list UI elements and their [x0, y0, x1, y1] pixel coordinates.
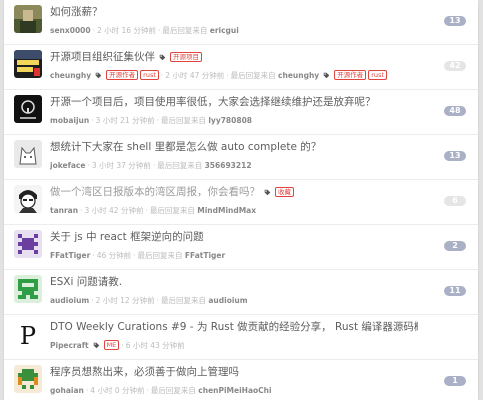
- last-reply-user[interactable]: ericgui: [210, 26, 239, 35]
- author-name[interactable]: jokeface: [50, 161, 85, 170]
- author-tag[interactable]: rust: [140, 70, 159, 80]
- tag-icon: [159, 54, 166, 61]
- topic-meta: mobaijun · 3 小时 21 分钟前 · 最后回复来自 lyy780808: [50, 116, 253, 125]
- topic-time: 3 小时 42 分钟前: [84, 206, 144, 215]
- reply-count-badge[interactable]: 2: [444, 241, 466, 251]
- author-name[interactable]: Pipecraft: [50, 341, 89, 350]
- last-reply-user[interactable]: cheunghy: [278, 71, 319, 80]
- reply-count-badge[interactable]: 6: [444, 196, 466, 206]
- topic-title[interactable]: 如何涨薪？: [50, 5, 418, 19]
- svg-text:P: P: [20, 322, 36, 348]
- topic-time: 6 小时 43 分钟前: [125, 341, 185, 350]
- last-user-tag[interactable]: rust: [368, 70, 387, 80]
- topic-meta: FFatTiger · 46 分钟前 · 最后回复来自 FFatTiger: [50, 251, 226, 260]
- topic-time: 2 小时 12 分钟前: [95, 296, 155, 305]
- topic-title[interactable]: 程序员想熬出来，必须善于做向上管理吗: [50, 365, 418, 379]
- topic-row[interactable]: 程序员想熬出来，必须善于做向上管理吗 gohaian · 4 小时 0 分钟前 · 最后…: [4, 360, 478, 400]
- last-reply-user[interactable]: chenPiMeiHaoChi: [198, 386, 271, 395]
- topic-meta: gohaian · 4 小时 0 分钟前 · 最后回复来自 chenPiMeiHaoCh…: [50, 386, 272, 395]
- topic-tag[interactable]: 开源项目: [170, 52, 202, 62]
- topic-title[interactable]: DTO Weekly Curations #9 - 为 Rust 做贡献的经验分…: [50, 320, 418, 334]
- topic-row[interactable]: 如何涨薪？ senx0000 · 2 小时 16 分钟前 · 最后回复来自 ericgu…: [4, 0, 478, 45]
- topic-time: 4 小时 0 分钟前: [90, 386, 145, 395]
- topic-meta: tanran · 3 小时 42 分钟前 · 最后回复来自 MindMindMax: [50, 206, 257, 215]
- last-reply-label: 最后回复来自: [149, 206, 195, 215]
- avatar[interactable]: [14, 95, 42, 123]
- topic-meta: senx0000 · 2 小时 16 分钟前 · 最后回复来自 ericgui: [50, 26, 239, 35]
- last-reply-label: 最后回复来自: [230, 71, 276, 80]
- reply-count-badge[interactable]: 1: [444, 376, 466, 386]
- reply-count-badge[interactable]: 13: [444, 151, 466, 161]
- topic-meta: jokeface · 3 小时 37 分钟前 · 最后回复来自 356693212: [50, 161, 252, 170]
- author-name[interactable]: tanran: [50, 206, 78, 215]
- topic-row[interactable]: P DTO Weekly Curations #9 - 为 Rust 做贡献的经…: [4, 315, 478, 360]
- avatar[interactable]: [14, 275, 42, 303]
- topic-list: 如何涨薪？ senx0000 · 2 小时 16 分钟前 · 最后回复来自 ericgu…: [4, 0, 478, 400]
- author-tag[interactable]: ME: [103, 340, 120, 350]
- topic-time: 3 小时 21 分钟前: [95, 116, 155, 125]
- topic-time: 2 小时 47 分钟前: [165, 71, 225, 80]
- topic-meta: audioium · 2 小时 12 分钟前 · 最后回复来自 audioium: [50, 296, 248, 305]
- topic-title-text[interactable]: 开源项目组织征集伙伴: [50, 51, 155, 63]
- author-name[interactable]: audioium: [50, 296, 89, 305]
- last-reply-user[interactable]: MindMindMax: [197, 206, 256, 215]
- topic-tag[interactable]: 收藏: [275, 187, 294, 197]
- reply-count-badge[interactable]: 11: [444, 286, 466, 296]
- avatar[interactable]: [14, 365, 42, 393]
- avatar[interactable]: [14, 50, 42, 78]
- topic-title-text[interactable]: DTO Weekly Curations #9 - 为 Rust 做贡献的经验分…: [50, 321, 418, 333]
- last-reply-label: 最后回复来自: [157, 161, 203, 170]
- reply-count-badge[interactable]: 42: [444, 61, 466, 71]
- topic-meta: cheunghy 开源作者 rust · 2 小时 47 分钟前 · 最后回复来自 cheu…: [50, 70, 418, 81]
- reply-count-badge[interactable]: 48: [444, 106, 466, 116]
- avatar[interactable]: [14, 5, 42, 33]
- author-name[interactable]: cheunghy: [50, 71, 91, 80]
- topic-title[interactable]: 开源项目组织征集伙伴 开源项目: [50, 50, 418, 64]
- topic-title[interactable]: 开源一个项目后，项目使用率很低，大家会选择继续维护还是放弃呢？: [50, 95, 418, 109]
- last-reply-label: 最后回复来自: [137, 251, 183, 260]
- topic-row[interactable]: 想统计下大家在 shell 里都是怎么做 auto complete 的？ jo…: [4, 135, 478, 180]
- avatar[interactable]: P: [14, 320, 42, 348]
- avatar[interactable]: [14, 230, 42, 258]
- tag-icon: [95, 72, 102, 79]
- author-name[interactable]: FFatTiger: [50, 251, 90, 260]
- topic-row[interactable]: 开源一个项目后，项目使用率很低，大家会选择继续维护还是放弃呢？ mobaijun…: [4, 90, 478, 135]
- author-name[interactable]: senx0000: [50, 26, 91, 35]
- reply-count-badge[interactable]: 13: [444, 16, 466, 26]
- topic-title[interactable]: 想统计下大家在 shell 里都是怎么做 auto complete 的？: [50, 140, 418, 154]
- author-tag[interactable]: 开源作者: [106, 70, 139, 80]
- tag-icon: [93, 342, 99, 349]
- last-reply-label: 最后回复来自: [150, 386, 196, 395]
- topic-title[interactable]: 做一个湾区日报版本的湾区周报，你会看吗？ 收藏: [50, 185, 418, 199]
- topic-time: 2 小时 16 分钟前: [97, 26, 156, 35]
- topic-title-text[interactable]: 做一个湾区日报版本的湾区周报，你会看吗？: [50, 186, 260, 198]
- last-reply-label: 最后回复来自: [160, 296, 206, 305]
- last-reply-user[interactable]: audioium: [208, 296, 247, 305]
- topic-title[interactable]: 关于 js 中 react 框架逆向的问题: [50, 230, 418, 244]
- last-reply-label: 最后回复来自: [160, 116, 206, 125]
- last-reply-user[interactable]: lyy780808: [208, 116, 252, 125]
- topic-row[interactable]: 做一个湾区日报版本的湾区周报，你会看吗？ 收藏 tanran · 3 小时 42 分钟…: [4, 180, 478, 225]
- tag-icon: [323, 72, 330, 79]
- topic-row[interactable]: ESXi 问题请教. audioium · 2 小时 12 分钟前 · 最后回复来自 a…: [4, 270, 478, 315]
- last-user-tag[interactable]: 开源作者: [334, 70, 367, 80]
- topic-title[interactable]: ESXi 问题请教.: [50, 275, 418, 289]
- tag-icon: [264, 189, 271, 196]
- topic-meta: Pipecraft ME · 6 小时 43 分钟前: [50, 340, 185, 350]
- topic-row[interactable]: 开源项目组织征集伙伴 开源项目 cheunghy 开源作者 rust · 2 小时 47 …: [4, 45, 478, 90]
- author-name[interactable]: gohaian: [50, 386, 84, 395]
- author-name[interactable]: mobaijun: [50, 116, 89, 125]
- last-reply-label: 最后回复来自: [162, 26, 208, 35]
- topic-time: 46 分钟前: [96, 251, 132, 260]
- avatar[interactable]: [14, 185, 42, 213]
- topic-row[interactable]: 关于 js 中 react 框架逆向的问题 FFatTiger · 46 分钟前 · 最…: [4, 225, 478, 270]
- avatar[interactable]: [14, 140, 42, 168]
- last-reply-user[interactable]: FFatTiger: [185, 251, 225, 260]
- last-reply-user[interactable]: 356693212: [205, 161, 252, 170]
- topic-time: 3 小时 37 分钟前: [91, 161, 151, 170]
